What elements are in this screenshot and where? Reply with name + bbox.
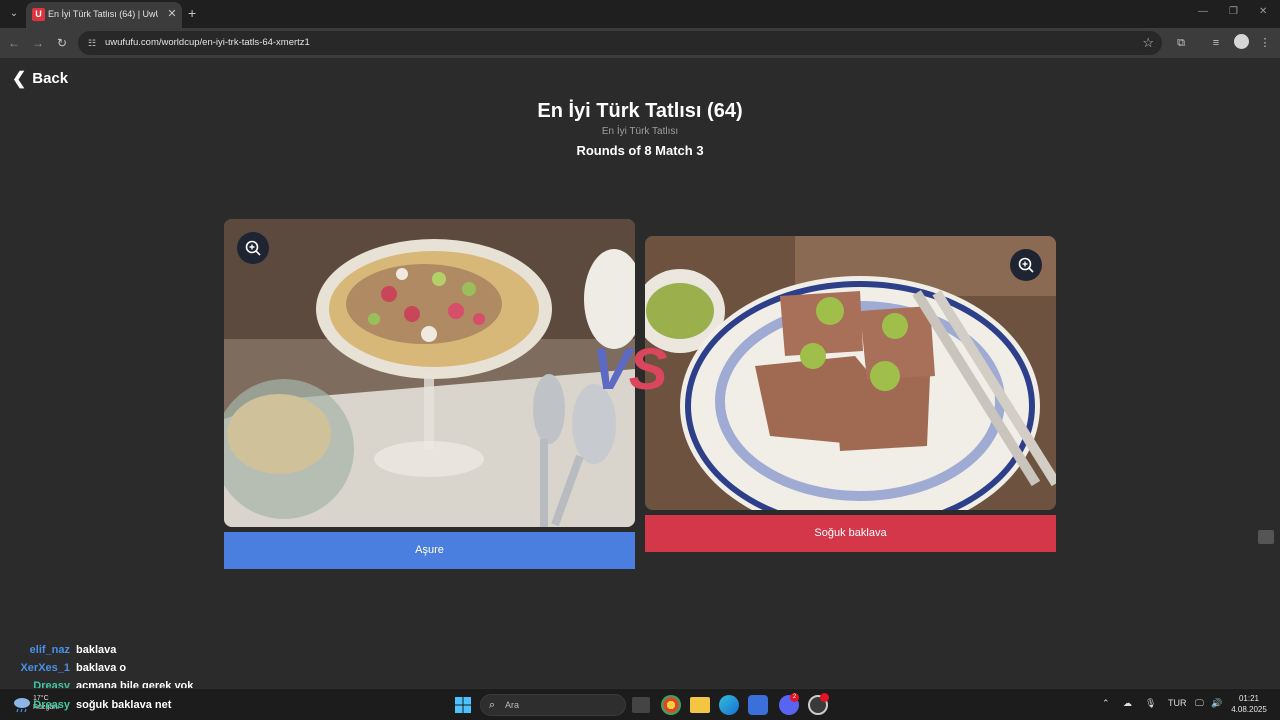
clock-time: 01:21 — [1238, 694, 1260, 703]
onedrive-icon[interactable]: ☁ — [1123, 698, 1132, 709]
baklava-photo — [645, 236, 1056, 510]
browser-tab-bar: ⌄ U En İyi Türk Tatlısı (64) | UwUFUFU ✕… — [0, 0, 1280, 28]
minimize-icon[interactable]: — — [1198, 6, 1208, 17]
page-subtitle: En İyi Türk Tatlısı — [601, 126, 679, 137]
taskbar-clock[interactable]: 01:21 4.08.2025 — [1226, 693, 1272, 715]
zoom-in-icon[interactable] — [237, 232, 269, 264]
back-arrow-icon[interactable]: ← — [6, 35, 22, 51]
chat-username: Dreasy — [33, 699, 70, 711]
discord-badge: 2 — [790, 693, 799, 702]
close-window-icon[interactable]: ✕ — [1259, 6, 1267, 17]
task-view-icon[interactable] — [632, 697, 650, 713]
magnifier-plus-icon — [1018, 257, 1034, 273]
notification-dot — [820, 693, 829, 702]
store-icon[interactable] — [748, 695, 768, 715]
bookmark-star-icon[interactable]: ☆ — [1142, 35, 1154, 51]
menu-kebab-icon[interactable]: ⋮ — [1257, 35, 1273, 51]
chat-line: XerXes_1 baklava o — [0, 662, 260, 678]
tab-search-button[interactable]: ⌄ — [6, 6, 22, 22]
chat-message: baklava o — [76, 662, 127, 674]
chat-message: baklava — [76, 644, 117, 656]
network-icon[interactable]: 🖵 — [1195, 698, 1204, 709]
choice-card-right[interactable]: Soğuk baklava — [645, 236, 1056, 552]
choice-button-asure[interactable]: Aşure — [224, 532, 635, 569]
chat-username: XerXes_1 — [20, 662, 70, 674]
chat-username: elif_naz — [29, 644, 70, 656]
search-icon: ⌕ — [489, 699, 496, 711]
magnifier-plus-icon — [245, 240, 261, 256]
reload-icon[interactable]: ↻ — [54, 35, 70, 51]
microphone-icon[interactable]: 🎙 — [1145, 698, 1156, 709]
new-tab-button[interactable]: + — [188, 5, 196, 21]
search-placeholder: Ara — [505, 700, 520, 710]
vs-letter-v: V — [592, 337, 631, 402]
vs-letter-s: S — [628, 337, 668, 402]
zoom-in-icon[interactable] — [1010, 249, 1042, 281]
asure-photo — [224, 219, 635, 527]
asure-image[interactable] — [224, 219, 635, 527]
choice-button-baklava[interactable]: Soğuk baklava — [645, 515, 1056, 552]
edge-icon[interactable] — [719, 695, 739, 715]
forward-arrow-icon[interactable]: → — [30, 35, 46, 51]
chevron-up-icon[interactable]: ⌃ — [1102, 698, 1110, 709]
windows-start-icon[interactable] — [453, 695, 473, 715]
site-info-icon[interactable]: ☷ — [86, 37, 98, 49]
chrome-icon[interactable] — [661, 695, 681, 715]
back-label: Back — [32, 70, 69, 87]
address-bar[interactable]: ☷ uwufufu.com/worldcup/en-iyi-trk-tatls-… — [78, 31, 1162, 55]
url-text[interactable]: uwufufu.com/worldcup/en-iyi-trk-tatls-64… — [105, 37, 310, 48]
file-explorer-icon[interactable] — [690, 697, 710, 713]
chat-line: Dreasy soğuk baklava net — [0, 699, 260, 715]
extensions-icon[interactable]: ⧉ — [1173, 35, 1189, 51]
clock-date: 4.08.2025 — [1231, 705, 1267, 714]
profile-avatar[interactable] — [1234, 34, 1249, 49]
volume-icon[interactable]: 🔊 — [1211, 698, 1222, 709]
media-controls-icon[interactable]: ≡ — [1208, 35, 1224, 51]
chevron-left-icon: ❮ — [12, 69, 27, 88]
chat-line: elif_naz baklava — [0, 644, 260, 660]
windows-logo-icon — [455, 697, 471, 713]
round-info: Rounds of 8 Match 3 — [576, 143, 704, 158]
page-title: En İyi Türk Tatlısı (64) — [537, 100, 743, 122]
page-content: ❮ Back En İyi Türk Tatlısı (64) En İyi T… — [0, 58, 1280, 688]
baklava-image[interactable] — [645, 236, 1056, 510]
side-widget-icon[interactable] — [1258, 530, 1274, 544]
choice-card-left[interactable]: Aşure — [224, 219, 635, 569]
browser-toolbar: ← → ↻ ☷ uwufufu.com/worldcup/en-iyi-trk-… — [0, 28, 1280, 58]
vs-label: VS — [592, 336, 668, 403]
taskbar-search[interactable]: ⌕ Ara — [480, 694, 626, 716]
chat-message: soğuk baklava net — [76, 699, 172, 711]
restore-icon[interactable]: ❐ — [1229, 6, 1238, 17]
windows-taskbar: 17°C Rüzgârlı Dreasy soğuk baklava net ⌕… — [0, 688, 1280, 720]
browser-tab[interactable]: U En İyi Türk Tatlısı (64) | UwUFUFU ✕ — [26, 2, 182, 28]
tab-title: En İyi Türk Tatlısı (64) | UwUFUFU — [48, 9, 158, 19]
site-favicon: U — [32, 8, 45, 21]
language-indicator[interactable]: TUR — [1168, 698, 1187, 708]
back-link[interactable]: ❮ Back — [12, 70, 68, 87]
tab-close-icon[interactable]: ✕ — [166, 7, 178, 21]
